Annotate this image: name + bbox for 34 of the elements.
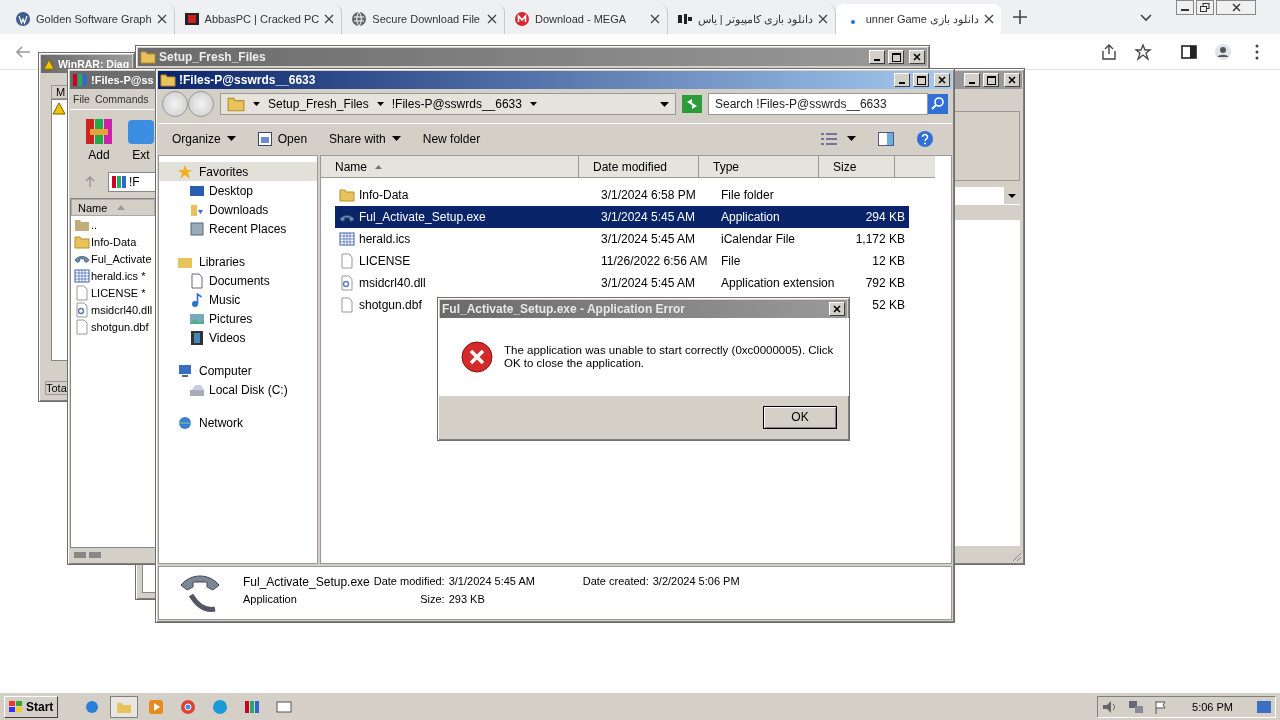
details-file-name: Ful_Activate_Setup.exe [243,575,370,591]
date-cell-text: 3/1/2024 5:45 AM [600,210,697,224]
window-title: !Files-P@ss [91,74,154,86]
details-value: 293 KB [448,593,486,607]
window-title: Setup_Fresh_Files [159,50,267,64]
type-cell-text: File folder [720,188,775,202]
date-cell-text: 3/1/2024 6:58 PM [600,188,697,202]
date-cell-text: 3/1/2024 5:45 AM [600,232,697,246]
type-cell-text: File [720,254,742,268]
window-title: !Files-P@sswrds__6633 [179,73,317,87]
file-name: shotgun.dbf [359,298,422,312]
details-label: Date created: [582,575,649,589]
date-cell-text: 11/26/2022 6:56 AM [600,254,709,268]
details-file-type: Application [243,593,298,607]
type-cell-text: Application [720,210,781,224]
size-cell: 792 KB [865,276,905,290]
details-label: Size: [419,593,445,607]
details-label: Date modified: [373,575,445,589]
file-name: msidcrl40.dll [359,276,426,290]
file-name: herald.ics [359,232,411,246]
type-cell-text: Application extension [720,276,833,290]
error-message: The application was unable to start correctly (0xc0000005). Click OK to close the application. [504,344,834,370]
file-name: LICENSE [359,254,411,268]
size-cell: 12 KB [872,254,905,268]
size-cell: 52 KB [872,298,905,312]
details-value: 3/2/2024 5:06 PM [652,575,740,589]
size-cell: 1,172 KB [855,232,905,246]
size-cell: 294 KB [865,210,905,224]
details-value: 3/1/2024 5:45 AM [448,575,536,589]
type-cell-text: iCalendar File [720,232,797,246]
date-cell-text: 3/1/2024 5:45 AM [600,276,697,290]
file-name: Ful_Activate_Setup.exe [359,210,486,224]
file-name: Info-Data [359,188,409,202]
dialog-title: Ful_Activate_Setup.exe - Application Error [442,302,686,316]
